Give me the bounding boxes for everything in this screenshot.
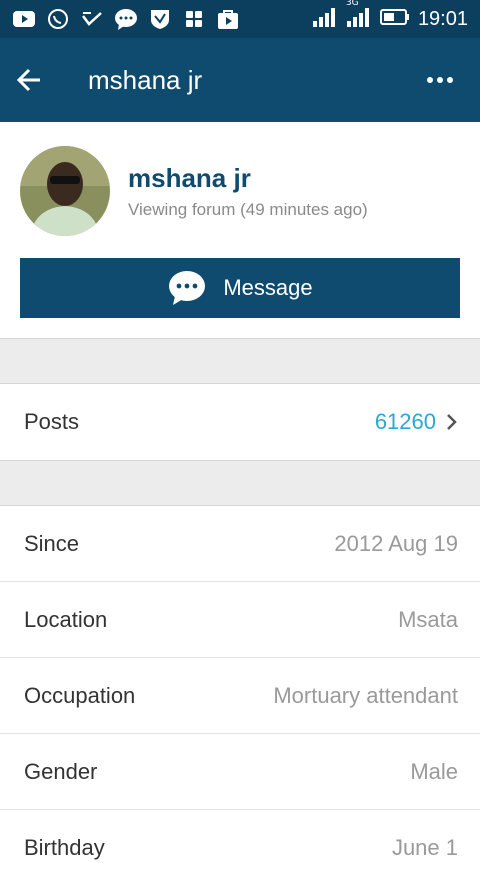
avatar[interactable] [20, 146, 110, 236]
detail-value: Male [410, 758, 458, 784]
username: mshana jr [128, 162, 251, 193]
details-list: Since 2012 Aug 19 Location Msata Occupat… [0, 506, 480, 886]
detail-value: Mortuary attendant [273, 682, 458, 708]
detail-row-occupation: Occupation Mortuary attendant [0, 658, 480, 734]
posts-label: Posts [24, 409, 80, 434]
detail-value: June 1 [391, 835, 458, 860]
apps-icon [182, 8, 206, 30]
network-label: 3G [345, 0, 359, 8]
notification-icons [12, 8, 240, 30]
chevron-right-icon [447, 414, 457, 430]
detail-label: Gender [24, 758, 98, 784]
section-divider [0, 460, 480, 506]
profile-header: mshana jr Viewing forum (49 minutes ago)… [0, 122, 480, 338]
vpn-icon [148, 8, 172, 30]
activity-status: Viewing forum (49 minutes ago) [128, 199, 368, 219]
detail-label: Birthday [24, 835, 105, 860]
more-horizontal-icon [427, 77, 453, 83]
more-options-button[interactable] [416, 56, 464, 104]
signal-icon [312, 7, 338, 31]
detail-row-gender: Gender Male [0, 734, 480, 810]
posts-count[interactable]: 61260 [375, 409, 436, 435]
battery-icon [379, 8, 410, 30]
page-title: mshana jr [88, 64, 203, 95]
clock: 19:01 [417, 7, 468, 30]
chat-icon [114, 8, 138, 30]
status-bar: 3G 19:01 [0, 0, 480, 38]
app-bar: mshana jr [0, 38, 480, 122]
message-button-label: Message [223, 275, 313, 300]
network-type: 3G [346, 0, 372, 31]
detail-row-birthday: Birthday June 1 [0, 810, 480, 886]
whatsapp-icon [46, 8, 70, 30]
youtube-icon [12, 8, 36, 30]
detail-label: Since [24, 530, 80, 556]
detail-value: Msata [398, 606, 458, 632]
check-icon [80, 8, 104, 30]
back-button[interactable] [16, 56, 64, 104]
detail-row-location: Location Msata [0, 582, 480, 658]
chat-bubble-icon [167, 268, 207, 308]
posts-row[interactable]: Posts 61260 [0, 384, 480, 460]
detail-value: 2012 Aug 19 [334, 530, 458, 556]
arrow-back-icon [16, 68, 40, 92]
detail-label: Occupation [24, 682, 136, 708]
detail-label: Location [24, 606, 108, 632]
message-button[interactable]: Message [20, 258, 460, 318]
section-divider [0, 338, 480, 384]
detail-row-since: Since 2012 Aug 19 [0, 506, 480, 582]
play-store-icon [216, 8, 240, 30]
system-status: 3G 19:01 [312, 0, 468, 31]
